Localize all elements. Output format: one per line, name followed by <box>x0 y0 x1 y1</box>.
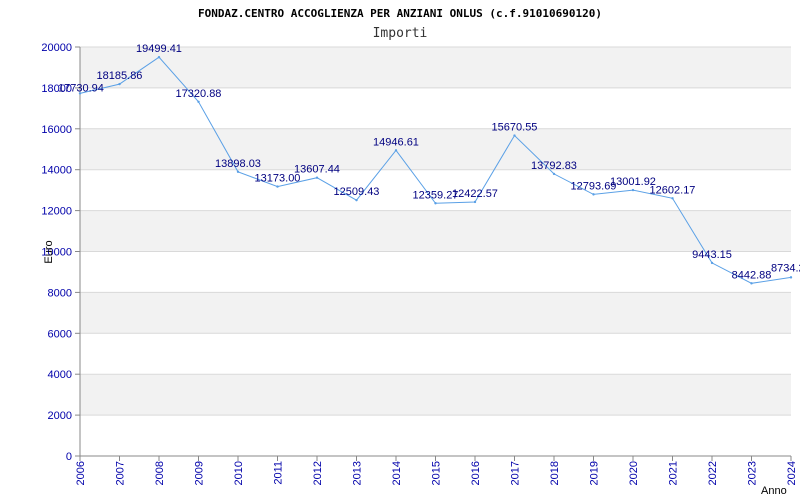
plot-band <box>80 128 791 170</box>
data-label: 13792.83 <box>531 160 577 172</box>
data-point <box>276 185 279 188</box>
data-point <box>552 172 556 176</box>
data-point <box>789 276 793 279</box>
data-label: 17730.94 <box>58 82 104 94</box>
data-point <box>118 82 121 86</box>
data-label: 17320.88 <box>176 88 222 100</box>
x-tick-label: 2020 <box>628 461 640 485</box>
data-label: 9443.15 <box>692 249 732 261</box>
data-label: 13607.44 <box>294 164 340 176</box>
x-tick-label: 2007 <box>115 461 127 485</box>
line-chart: FONDAZ.CENTRO ACCOGLIENZA PER ANZIANI ON… <box>41 7 800 497</box>
y-tick-label: 12000 <box>41 206 72 218</box>
x-tick-label: 2013 <box>352 461 364 485</box>
data-point <box>236 170 240 173</box>
data-point <box>750 282 753 285</box>
y-tick-label: 6000 <box>48 328 72 340</box>
plot-bands <box>80 47 791 416</box>
data-point <box>631 188 635 192</box>
y-tick-label: 14000 <box>41 165 72 177</box>
y-tick-label: 2000 <box>48 410 72 422</box>
data-label: 19499.41 <box>136 43 182 55</box>
x-axis-label: Anno <box>761 485 787 497</box>
data-label: 18185.86 <box>97 70 143 82</box>
x-tick-label: 2024 <box>786 461 798 485</box>
y-axis-label: Euro <box>43 240 55 263</box>
data-point <box>355 198 358 202</box>
x-tick-label: 2018 <box>549 461 561 485</box>
data-point <box>157 56 161 59</box>
data-point <box>710 261 714 265</box>
data-point <box>197 100 200 103</box>
y-tick-label: 4000 <box>48 369 72 381</box>
data-label: 12509.43 <box>334 186 380 198</box>
x-tick-label: 2006 <box>75 461 87 485</box>
x-tick-label: 2008 <box>154 461 166 485</box>
x-tick-label: 2019 <box>589 461 601 485</box>
data-label: 8734.2 <box>771 262 800 274</box>
plot-band <box>80 47 791 88</box>
x-tick-label: 2021 <box>668 461 680 485</box>
x-tick-label: 2015 <box>431 461 443 485</box>
chart-subtitle: Importi <box>373 26 428 41</box>
x-tick-label: 2023 <box>747 461 759 485</box>
data-point <box>592 193 595 196</box>
plot-band <box>80 374 791 416</box>
data-label: 12602.17 <box>650 184 696 196</box>
data-point <box>671 197 674 200</box>
data-label: 14946.61 <box>373 136 419 148</box>
x-tick-label: 2014 <box>391 461 403 485</box>
x-axis-ticks: 2006 2007 2008 2009 2010 2011 2012 2013 2014 2015… <box>75 456 798 485</box>
x-tick-label: 2012 <box>312 461 324 485</box>
y-tick-label: 16000 <box>41 124 72 136</box>
data-point <box>434 202 437 205</box>
x-tick-label: 2009 <box>194 461 206 485</box>
data-label: 12422.57 <box>452 188 498 200</box>
y-tick-label: 20000 <box>41 42 72 54</box>
x-tick-label: 2011 <box>273 461 285 485</box>
y-tick-label: 8000 <box>48 287 72 299</box>
x-tick-label: 2017 <box>510 461 522 485</box>
data-point <box>394 149 398 152</box>
x-tick-label: 2010 <box>233 461 245 485</box>
data-label: 15670.55 <box>492 122 538 134</box>
x-tick-label: 2022 <box>707 461 719 485</box>
plot-band <box>80 292 791 334</box>
data-point <box>315 176 319 179</box>
data-point <box>513 134 516 137</box>
data-point <box>473 200 477 204</box>
data-label: 8442.88 <box>732 269 772 281</box>
y-tick-label: 0 <box>66 451 72 463</box>
x-tick-label: 2016 <box>470 461 482 485</box>
data-label: 13898.03 <box>215 158 261 170</box>
chart-title: FONDAZ.CENTRO ACCOGLIENZA PER ANZIANI ON… <box>198 7 602 20</box>
